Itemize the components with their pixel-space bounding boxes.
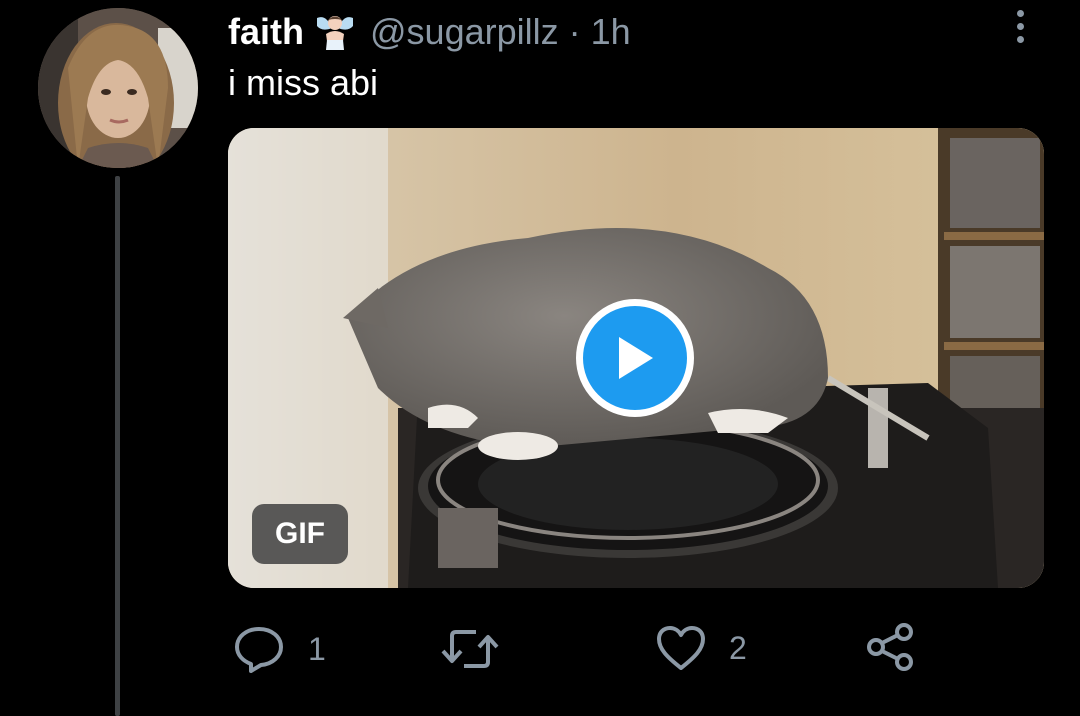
like-count: 2 <box>729 629 747 666</box>
display-name[interactable]: faith <box>228 11 304 53</box>
gif-badge: GIF <box>252 504 348 564</box>
retweet-button[interactable] <box>440 626 522 672</box>
tweet-header: faith @sugarpillz · 1h <box>228 10 631 54</box>
tweet-actions: 1 2 <box>0 620 1080 680</box>
separator-dot: · <box>568 11 581 52</box>
share-icon <box>867 623 913 671</box>
avatar[interactable] <box>38 8 198 168</box>
gif-media[interactable]: GIF <box>228 128 1044 588</box>
fairy-emoji-icon <box>314 12 356 52</box>
more-options-icon[interactable] <box>1005 4 1035 48</box>
avatar-image <box>38 8 198 168</box>
share-button[interactable] <box>866 622 916 672</box>
retweet-icon <box>441 630 499 668</box>
like-button[interactable]: 2 <box>655 624 747 672</box>
timestamp[interactable]: 1h <box>591 11 631 53</box>
play-icon <box>619 337 653 379</box>
reply-icon <box>235 627 283 673</box>
play-button[interactable] <box>576 299 694 417</box>
reply-button[interactable]: 1 <box>232 624 326 674</box>
heart-icon <box>657 626 705 670</box>
tweet-text: i miss abi <box>228 62 379 103</box>
reply-count: 1 <box>308 630 326 667</box>
user-handle[interactable]: @sugarpillz <box>370 11 559 53</box>
